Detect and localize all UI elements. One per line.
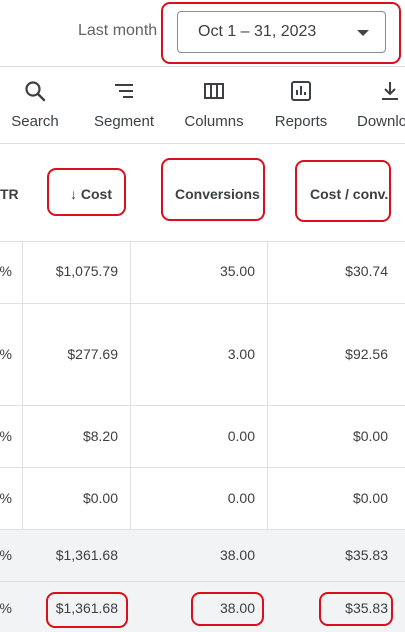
cost-per-conv-value: $0.00 (352, 490, 388, 506)
ctr-value: % (0, 263, 12, 279)
cost-per-conv-value: $30.74 (345, 263, 388, 279)
cost-per-conv-value: $0.00 (352, 428, 388, 444)
ctr-cell: % (0, 530, 22, 581)
cost-per-conv-cell: $35.83 (267, 582, 405, 632)
cost-cell: $277.69 (22, 304, 130, 405)
conversions-cell: 38.00 (130, 530, 267, 581)
sort-descending-icon: ↓ (70, 186, 81, 202)
table-row[interactable]: % $1,075.79 35.00 $30.74 (0, 242, 405, 304)
cost-value: $277.69 (67, 346, 118, 362)
search-button-label: Search (11, 113, 59, 130)
cost-cell: $1,361.68 (22, 530, 130, 581)
ctr-cell: % (0, 304, 22, 405)
conversions-value: 38.00 (219, 547, 255, 563)
table-toolbar: Search Segment Columns Reports Downlo (0, 67, 405, 143)
cost-cell: $1,361.68 (22, 582, 130, 632)
cost-per-conv-cell: $30.74 (267, 242, 405, 303)
cost-per-conv-cell: $92.56 (267, 304, 405, 405)
dropdown-caret-icon (357, 30, 369, 36)
conversions-cell: 0.00 (130, 406, 267, 467)
cost-per-conv-cell: $0.00 (267, 468, 405, 529)
ctr-value: % (0, 600, 12, 616)
conversions-cell: 0.00 (130, 468, 267, 529)
table-row[interactable]: % $8.20 0.00 $0.00 (0, 406, 405, 468)
conversions-cell: 38.00 (130, 582, 267, 632)
date-range-bar: Last month Oct 1 – 31, 2023 (0, 0, 405, 66)
columns-icon (204, 83, 224, 99)
conversions-value: 0.00 (227, 428, 255, 444)
cost-per-conv-value: $35.83 (345, 547, 388, 563)
table-row[interactable]: % $0.00 0.00 $0.00 (0, 468, 405, 530)
segment-button[interactable]: Segment (87, 67, 161, 143)
ctr-value: % (0, 428, 12, 444)
total-row: % $1,361.68 38.00 $35.83 (0, 582, 405, 632)
conversions-cell: 35.00 (130, 242, 267, 303)
cost-per-conv-value: $92.56 (345, 346, 388, 362)
reports-button-label: Reports (274, 113, 328, 130)
search-icon (25, 81, 46, 102)
conversions-cell: 3.00 (130, 304, 267, 405)
cost-per-conv-value: $35.83 (345, 600, 388, 616)
conversions-value: 0.00 (227, 490, 255, 506)
cost-value: $1,075.79 (55, 263, 118, 279)
cost-value: $1,361.68 (55, 547, 118, 563)
ctr-value: % (0, 490, 12, 506)
conversions-value: 3.00 (227, 346, 255, 362)
conversions-column-header[interactable]: Conversions (175, 186, 260, 202)
segment-button-label: Segment (93, 113, 155, 130)
cost-per-conversion-column-header[interactable]: Cost / conv. (310, 186, 388, 202)
download-icon (382, 82, 398, 100)
download-button[interactable]: Downlo (352, 67, 405, 143)
ctr-cell: % (0, 242, 22, 303)
cost-cell: $1,075.79 (22, 242, 130, 303)
table-row[interactable]: % $277.69 3.00 $92.56 (0, 304, 405, 406)
cost-per-conv-cell: $35.83 (267, 530, 405, 581)
date-range-picker[interactable]: Oct 1 – 31, 2023 (177, 11, 386, 53)
ctr-cell: % (0, 406, 22, 467)
cost-column-label: Cost (80, 186, 113, 202)
ctr-cell: % (0, 468, 22, 529)
cost-column-header[interactable]: ↓ Cost (70, 186, 112, 202)
segment-icon (115, 84, 133, 98)
cost-per-conv-cell: $0.00 (267, 406, 405, 467)
ctr-value: % (0, 346, 12, 362)
download-button-label: Downlo (357, 113, 405, 130)
columns-button[interactable]: Columns (178, 67, 250, 143)
ctr-column-header[interactable]: TR (0, 186, 19, 202)
columns-button-label: Columns (184, 113, 244, 130)
cost-value: $8.20 (82, 428, 118, 444)
date-range-value: Oct 1 – 31, 2023 (198, 23, 317, 40)
conversions-value: 38.00 (219, 600, 255, 616)
cost-value: $1,361.68 (55, 600, 118, 616)
search-button[interactable]: Search (0, 67, 70, 143)
cost-value: $0.00 (82, 490, 118, 506)
cost-cell: $8.20 (22, 406, 130, 467)
reports-button[interactable]: Reports (267, 67, 335, 143)
table-header-row: TR ↓ Cost Conversions Cost / conv. (0, 144, 405, 242)
ctr-cell: % (0, 582, 22, 632)
total-row: % $1,361.68 38.00 $35.83 (0, 530, 405, 582)
ctr-value: % (0, 547, 12, 563)
period-label: Last month (78, 22, 158, 39)
cost-cell: $0.00 (22, 468, 130, 529)
conversions-value: 35.00 (219, 263, 255, 279)
reports-icon (291, 81, 311, 101)
